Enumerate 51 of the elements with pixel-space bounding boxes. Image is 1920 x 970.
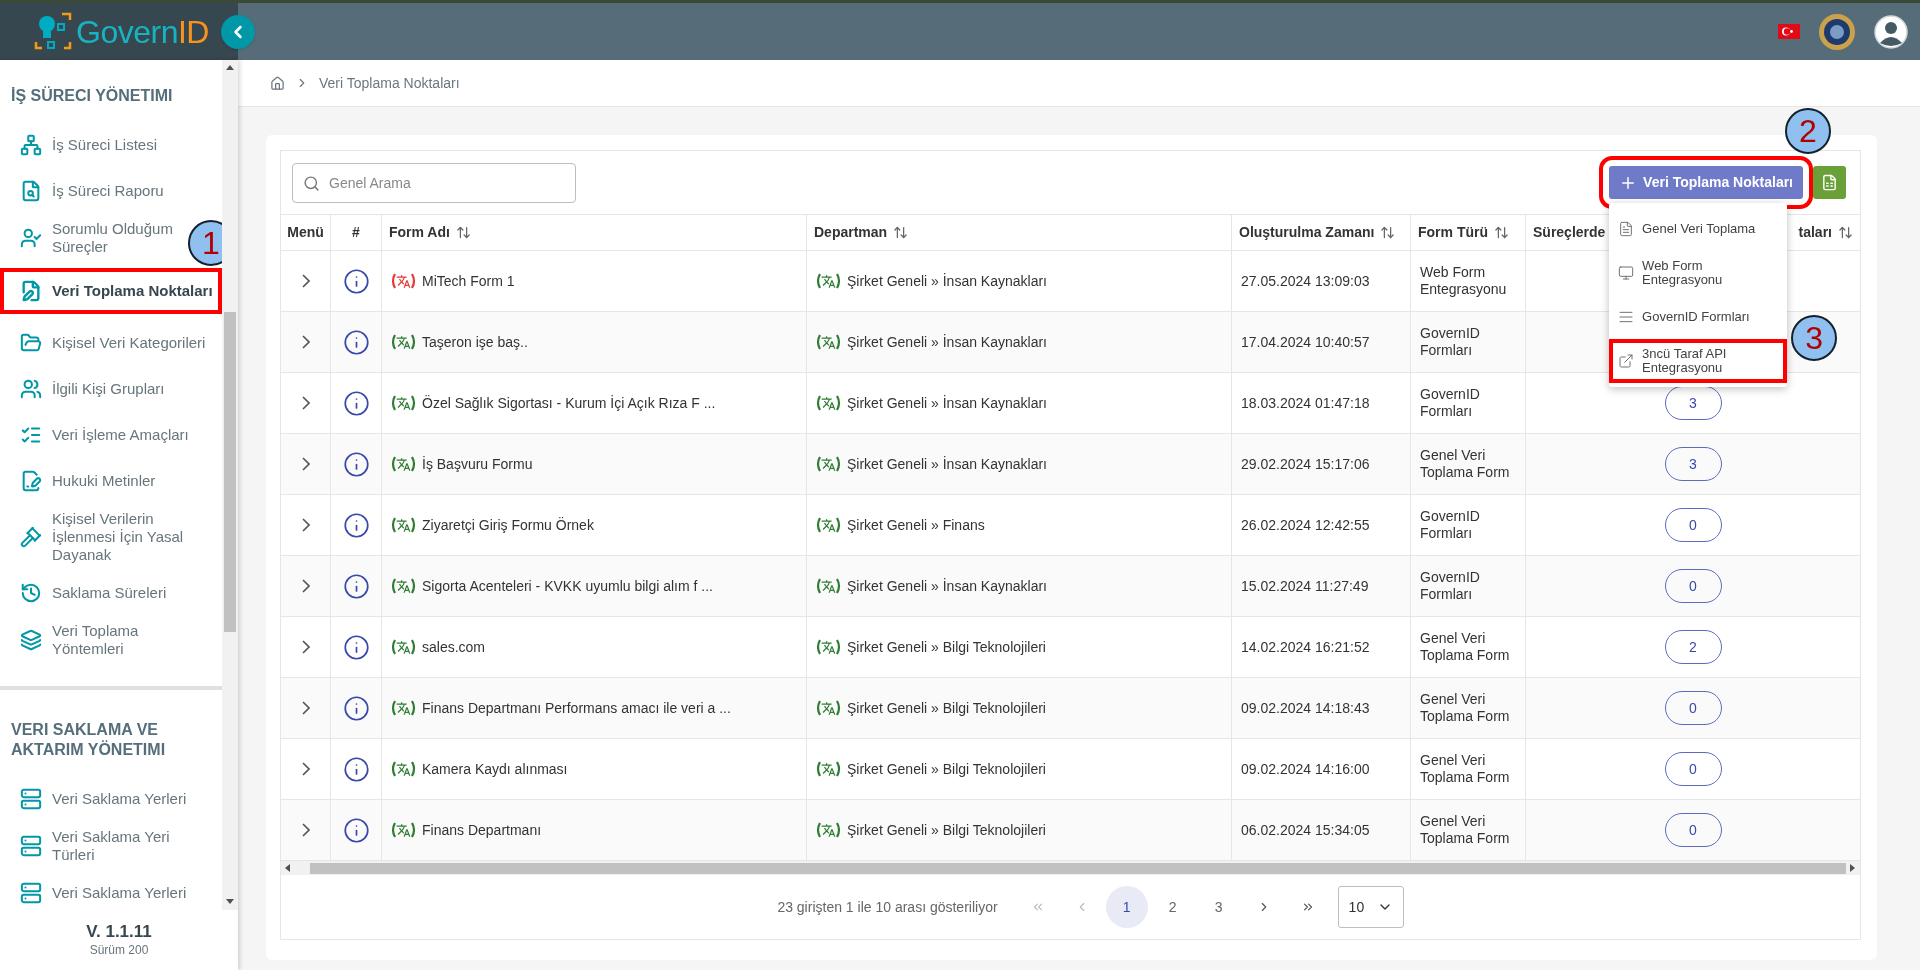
department-path: Şirket Geneli » İnsan Kaynakları [847, 332, 1047, 352]
form-type: GovernID Formları [1420, 386, 1481, 420]
form-name: Finans Departmanı [422, 820, 542, 840]
form-type: Genel Veri Toplama Form [1420, 752, 1511, 786]
department-path: Şirket Geneli » İnsan Kaynakları [847, 271, 1047, 291]
build-label: Sürüm 200 [89, 942, 149, 958]
form-type: Genel Veri Toplama Form [1420, 813, 1511, 847]
department-path: Şirket Geneli » Bilgi Teknolojileri [847, 759, 1046, 779]
department-path: Şirket Geneli » Bilgi Teknolojileri [847, 698, 1046, 718]
form-name: MiTech Form 1 [422, 271, 515, 291]
created-time: 14.02.2024 16:21:52 [1241, 637, 1370, 657]
form-name: İş Başvuru Formu [422, 454, 533, 474]
created-time: 17.04.2024 10:40:57 [1241, 332, 1370, 352]
form-name: Ziyaretçi Giriş Formu Örnek [422, 515, 594, 535]
form-type: Web Form Entegrasyonu [1420, 264, 1508, 298]
created-time: 09.02.2024 14:16:00 [1241, 759, 1370, 779]
created-time: 09.02.2024 14:18:43 [1241, 698, 1370, 718]
form-name: Özel Sağlık Sigortası - Kurum İçi Açık Rıza F ... [422, 393, 716, 413]
form-type: Genel Veri Toplama Form [1420, 447, 1511, 481]
department-path: Şirket Geneli » İnsan Kaynakları [847, 393, 1047, 413]
section-title: İŞ SÜRECI YÖNETIMI [10, 86, 174, 106]
form-name: Taşeron işe baş.. [422, 332, 528, 352]
column-header: # [352, 223, 360, 242]
form-name: sales.com [422, 637, 486, 657]
department-path: Şirket Geneli » Bilgi Teknolojileri [847, 820, 1046, 840]
created-time: 27.05.2024 13:09:03 [1241, 271, 1370, 291]
pagination-summary: 23 girişten 1 ile 10 arası gösteriliyor [777, 897, 998, 917]
created-time: 15.02.2024 11:27:49 [1241, 576, 1369, 596]
logo-text: GovernID [76, 15, 209, 48]
form-name: Sigorta Acenteleri - KVKK uyumlu bilgi alım f ... [422, 576, 713, 596]
created-time: 18.03.2024 01:47:18 [1241, 393, 1370, 413]
created-time: 26.02.2024 12:42:55 [1241, 515, 1370, 535]
section-title: VERI SAKLAMA VE AKTARIM YÖNETIMI [10, 720, 167, 760]
form-type: GovernID Formları [1420, 508, 1481, 542]
form-type: GovernID Formları [1420, 325, 1481, 359]
department-path: Şirket Geneli » İnsan Kaynakları [847, 576, 1047, 596]
step-number-tooltip: 2 [1785, 108, 1831, 154]
created-time: 06.02.2024 15:34:05 [1241, 820, 1370, 840]
department-path: Şirket Geneli » İnsan Kaynakları [847, 454, 1047, 474]
form-type: GovernID Formları [1420, 569, 1481, 603]
form-type: Genel Veri Toplama Form [1420, 691, 1511, 725]
step-number-tooltip: 1 [188, 220, 222, 266]
form-name: Finans Departmanı Performans amacı ile veri a ... [422, 698, 731, 718]
form-name: Kamera Kaydı alınması [422, 759, 568, 779]
column-header: Menü [287, 223, 324, 242]
form-type: Genel Veri Toplama Form [1420, 630, 1511, 664]
department-path: Şirket Geneli » Finans [847, 515, 985, 535]
version-label: V. 1.1.11 [86, 922, 152, 942]
created-time: 29.02.2024 15:17:06 [1241, 454, 1370, 474]
department-path: Şirket Geneli » Bilgi Teknolojileri [847, 637, 1046, 657]
column-header: taları [1798, 223, 1832, 242]
